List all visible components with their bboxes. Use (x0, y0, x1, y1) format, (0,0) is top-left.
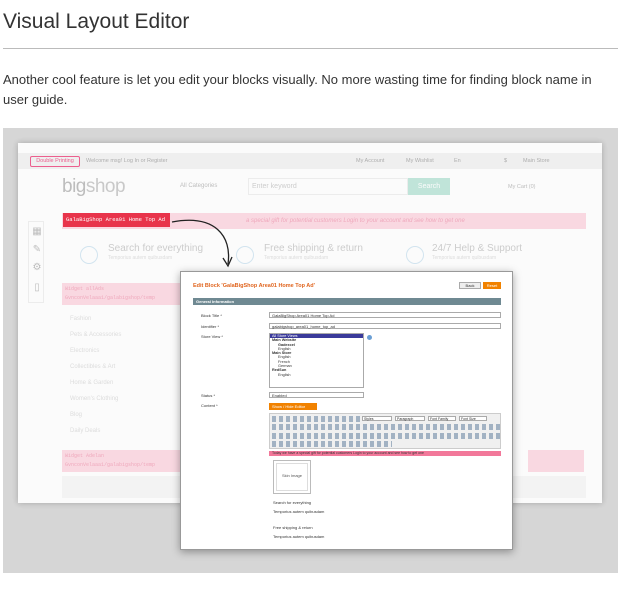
toolbar-row-4[interactable] (272, 441, 392, 447)
menu-item[interactable]: Electronics (70, 343, 121, 359)
editor-side-tools: ▦ ✎ ⚙ ▯ (28, 221, 44, 303)
paragraph-select[interactable]: Paragraph (395, 416, 425, 421)
mobile-icon[interactable]: ▯ (31, 282, 43, 293)
heading-divider (3, 48, 618, 49)
site-logo: bigshop (62, 176, 126, 198)
menu-item[interactable]: Women's Clothing (70, 391, 121, 407)
all-categories-select[interactable]: All Categories (180, 183, 217, 189)
content-label: Content * (201, 403, 218, 408)
shipping-feature-icon (236, 246, 254, 264)
wysiwyg-toolbar: Styles Paragraph Font Family Font Size (269, 413, 501, 449)
widget-label-2: Widget Adelan GvnconVelaaa1/galabigshop/… (62, 450, 180, 472)
gear-icon[interactable]: ⚙ (31, 262, 43, 273)
feature-sub: Temporius autem quibusdam (108, 255, 173, 261)
page-heading: Visual Layout Editor (3, 10, 190, 33)
store-select[interactable]: Main Store (523, 158, 550, 164)
my-wishlist-link[interactable]: My Wishlist (406, 158, 434, 164)
block-title-label: Block Title * (201, 313, 222, 318)
feature-sub: Temporius autem quibusdam (264, 255, 329, 261)
intro-paragraph: Another cool feature is let you edit you… (3, 72, 592, 107)
content-text: Free shipping & return (273, 525, 313, 530)
status-select[interactable]: Enabled (269, 392, 364, 398)
identifier-label: Identifier * (201, 324, 220, 329)
skin-image-placeholder: Skin Image (276, 463, 308, 491)
my-account-link[interactable]: My Account (356, 158, 384, 164)
content-text: Temporius autem quibusdam (273, 534, 325, 539)
store-view-multiselect[interactable]: All Store Views Main Website Gadexcel En… (269, 333, 364, 388)
reset-button[interactable]: Reset (483, 282, 501, 289)
currency-select[interactable]: $ (504, 158, 507, 164)
search-feature-icon (80, 246, 98, 264)
block-title-input[interactable]: GalaBigShop Area01 Home Top Ad (269, 312, 501, 318)
category-menu: Fashion Pets & Accessories Electronics C… (70, 311, 121, 439)
feature-shipping: Free shipping & return Temporius autem qu… (264, 243, 363, 261)
search-button[interactable]: Search (408, 178, 450, 195)
toolbar-row-1[interactable] (272, 416, 360, 422)
menu-item[interactable]: Pets & Accessories (70, 327, 121, 343)
cart-link[interactable]: My Cart (0) (508, 184, 536, 190)
general-information-header: General Information (193, 298, 501, 305)
edit-block-title: Edit Block 'GalaBigShop Area01 Home Top … (193, 283, 315, 289)
keyword-input[interactable]: Enter keyword (248, 178, 408, 195)
feature-search: Search for everything Temporius autem qui… (108, 243, 203, 261)
feature-title: 24/7 Help & Support (432, 243, 523, 254)
logo-part-shop: shop (85, 176, 126, 197)
topbar-pill[interactable]: Double Printing (30, 156, 80, 167)
palette-icon[interactable]: ▦ (31, 226, 43, 237)
content-text: Temporius autem quibusdam (273, 509, 325, 514)
store-view-label: Store View * (201, 334, 223, 339)
styles-select[interactable]: Styles (362, 416, 392, 421)
feature-support: 24/7 Help & Support Temporius autem quibu… (432, 243, 522, 261)
widget-label-1: Widget allAds GvnconVelaaa1/galabigshop/… (62, 283, 180, 305)
help-icon[interactable] (367, 335, 372, 340)
content-promo-line[interactable]: Today we have a special gift for potenti… (269, 451, 501, 456)
back-button[interactable]: Back (459, 282, 481, 289)
feature-title: Search for everything (108, 243, 204, 254)
menu-item[interactable]: Fashion (70, 311, 121, 327)
feature-title: Free shipping & return (264, 243, 363, 254)
menu-item[interactable]: Collectibles & Art (70, 359, 121, 375)
status-label: Status * (201, 393, 216, 398)
promo-text: a special gift for potential customers L… (246, 218, 465, 224)
block-name-label[interactable]: GalaBigShop Area01 Home Top Ad (63, 213, 170, 227)
toolbar-row-3[interactable] (272, 433, 500, 439)
welcome-text: Welcome msg! Log In or Register (86, 158, 168, 164)
content-text: Search for everything (273, 500, 312, 505)
menu-item[interactable]: Daily Deals (70, 423, 121, 439)
menu-item[interactable]: Home & Garden (70, 375, 121, 391)
store-view-option[interactable]: English (272, 373, 363, 377)
font-family-select[interactable]: Font Family (428, 416, 456, 421)
logo-part-big: big (62, 176, 86, 197)
menu-item[interactable]: Blog (70, 407, 121, 423)
feature-sub: Temporius autem quibusdam (432, 255, 497, 261)
font-size-select[interactable]: Font Size (459, 416, 487, 421)
show-hide-editor-button[interactable]: Show / Hide Editor (269, 403, 317, 410)
toolbar-row-2[interactable] (272, 424, 500, 430)
language-select[interactable]: En (454, 158, 461, 164)
edit-block-window: Edit Block 'GalaBigShop Area01 Home Top … (180, 271, 513, 550)
skin-image-box[interactable]: Skin Image (273, 460, 311, 494)
support-feature-icon (406, 246, 424, 264)
identifier-input[interactable]: galabigshop_area01_home_top_ad (269, 323, 501, 329)
brush-icon[interactable]: ✎ (31, 244, 43, 255)
promo-block-right (528, 450, 584, 472)
